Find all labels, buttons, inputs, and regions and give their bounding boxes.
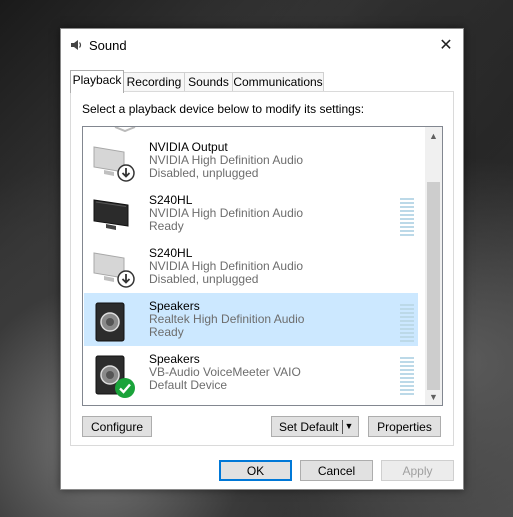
level-meter xyxy=(400,304,414,344)
device-name: Speakers xyxy=(149,299,200,313)
close-icon: ✕ xyxy=(439,37,453,54)
device-name: S240HL xyxy=(149,246,193,260)
device-row-selected[interactable]: Speakers Realtek High Definition Audio R… xyxy=(84,293,418,346)
window-title: Sound xyxy=(89,38,127,53)
cancel-button[interactable]: Cancel xyxy=(300,460,373,481)
device-name: Speakers xyxy=(149,352,200,366)
device-row[interactable]: S240HL NVIDIA High Definition Audio Disa… xyxy=(84,240,418,293)
device-driver: Realtek High Definition Audio xyxy=(149,312,305,326)
properties-button[interactable]: Properties xyxy=(368,416,441,437)
device-driver: NVIDIA High Definition Audio xyxy=(149,206,304,220)
tab-playback[interactable]: Playback xyxy=(70,70,124,93)
speaker-icon xyxy=(71,40,82,50)
set-default-button[interactable]: Set Default ▼ xyxy=(271,416,359,437)
configure-button[interactable]: Configure xyxy=(82,416,152,437)
device-status: Disabled, unplugged xyxy=(149,166,259,180)
device-row[interactable]: NVIDIA Output NVIDIA High Definition Aud… xyxy=(84,134,418,187)
device-status: Ready xyxy=(149,219,184,233)
tab-sounds[interactable]: Sounds xyxy=(184,72,233,92)
tab-communications[interactable]: Communications xyxy=(232,72,324,92)
level-meter xyxy=(400,357,414,397)
instruction-text: Select a playback device below to modify… xyxy=(82,102,365,116)
chevron-up-icon: ▲ xyxy=(429,130,438,141)
dropdown-arrow-icon[interactable]: ▼ xyxy=(343,417,355,436)
level-meter xyxy=(400,198,414,238)
device-name: S240HL xyxy=(149,193,193,207)
apply-button[interactable]: Apply xyxy=(381,460,454,481)
device-list-scrollbar[interactable]: ▲ ▼ xyxy=(425,127,442,405)
ok-button[interactable]: OK xyxy=(219,460,292,481)
device-row[interactable]: S240HL NVIDIA High Definition Audio Read… xyxy=(84,187,418,240)
monitor-disabled-icon xyxy=(93,146,135,182)
device-name: NVIDIA Output xyxy=(149,140,228,154)
partial-device-icon xyxy=(114,127,136,133)
device-status: Disabled, unplugged xyxy=(149,272,259,286)
monitor-icon xyxy=(93,199,129,230)
monitor-disabled-icon xyxy=(93,252,135,288)
green-check-icon xyxy=(115,378,135,398)
device-driver: NVIDIA High Definition Audio xyxy=(149,153,304,167)
device-row[interactable]: Speakers VB-Audio VoiceMeeter VAIO Defau… xyxy=(84,346,418,399)
device-list[interactable]: NVIDIA Output NVIDIA High Definition Aud… xyxy=(82,126,443,406)
tab-recording[interactable]: Recording xyxy=(123,72,185,92)
device-driver: VB-Audio VoiceMeeter VAIO xyxy=(149,365,301,379)
playback-panel: Select a playback device below to modify… xyxy=(70,91,454,446)
set-default-label: Set Default xyxy=(279,420,339,434)
chevron-down-icon: ▼ xyxy=(429,391,438,402)
scroll-down-button[interactable]: ▼ xyxy=(425,388,442,405)
close-button[interactable]: ✕ xyxy=(429,29,463,61)
device-status: Ready xyxy=(149,325,184,339)
scroll-thumb[interactable] xyxy=(427,182,440,390)
device-status: Default Device xyxy=(149,378,228,392)
title-bar[interactable]: Sound ✕ xyxy=(61,29,463,61)
device-driver: NVIDIA High Definition Audio xyxy=(149,259,304,273)
speaker-box-icon xyxy=(95,302,125,342)
sound-dialog: Sound ✕ Playback Recording Sounds Commun… xyxy=(60,28,464,490)
scroll-up-button[interactable]: ▲ xyxy=(425,127,442,144)
